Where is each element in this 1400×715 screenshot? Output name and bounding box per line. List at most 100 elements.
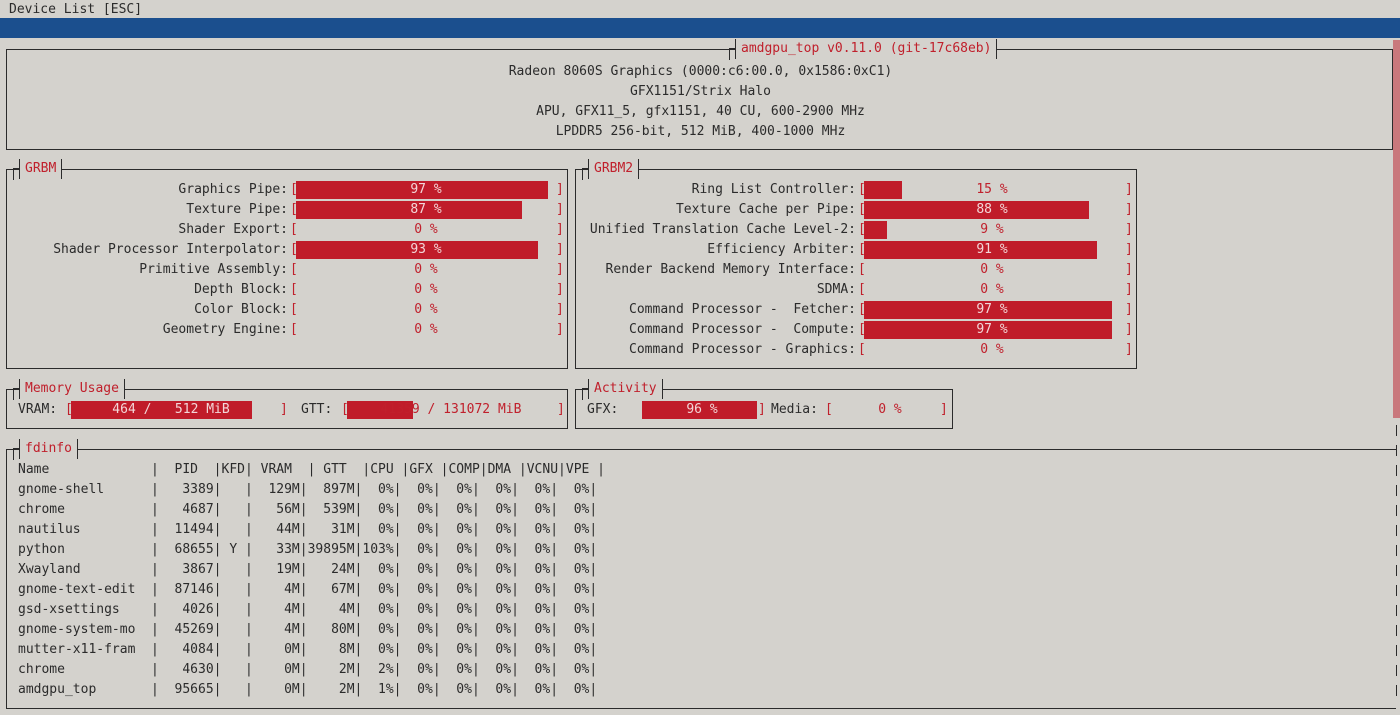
meter-value: 0 % [414, 282, 438, 297]
table-row[interactable]: chrome | 4630| | 0M| 2M| 2%| 0%| 0%| 0%|… [18, 660, 597, 680]
scrollbar-tick [1396, 505, 1397, 516]
meter-label: Efficiency Arbiter: [707, 242, 856, 257]
device-name: Radeon 8060S Graphics (0000:c6:00.0, 0x1… [508, 64, 893, 79]
gtt-value: 41359 / 131072 MiB [380, 402, 522, 417]
device-family: GFX1151/Strix Halo [630, 84, 771, 99]
meter-label: Shader Processor Interpolator: [53, 242, 288, 257]
vram-bar-close: ] [280, 402, 288, 417]
meter-bracket-close: ] [556, 182, 564, 197]
meter-value: 9 % [980, 222, 1004, 237]
meter-bracket-close: ] [556, 302, 564, 317]
meter-bracket-close: ] [1125, 262, 1133, 277]
memory-usage-title: Memory Usage [13, 379, 125, 400]
memory-spec: LPDDR5 256-bit, 512 MiB, 400-1000 MHz [555, 124, 846, 139]
scrollbar-thumb[interactable] [1393, 40, 1400, 418]
grbm-title: GRBM [12, 159, 63, 180]
meter-label: Primitive Assembly: [139, 262, 288, 277]
scrollbar-tick [1396, 465, 1397, 476]
device-list-button[interactable]: Device List [ESC] [9, 0, 142, 20]
gfx-bar-close: ] [758, 402, 766, 417]
scrollbar-tick [1396, 585, 1397, 596]
media-label: Media: [771, 402, 818, 417]
scrollbar-tick [1396, 645, 1397, 656]
table-row[interactable]: chrome | 4687| | 56M| 539M| 0%| 0%| 0%| … [18, 500, 597, 520]
fdinfo-table-header: Name | PID |KFD| VRAM | GTT |CPU |GFX |C… [18, 462, 605, 477]
meter-bracket-close: ] [556, 262, 564, 277]
table-row[interactable]: gsd-xsettings | 4026| | 4M| 4M| 0%| 0%| … [18, 600, 597, 620]
meter-bracket-close: ] [556, 242, 564, 257]
meter-value: 91 % [976, 242, 1008, 257]
grbm2-title: GRBM2 [581, 159, 640, 180]
vram-label: VRAM: [18, 402, 58, 417]
scrollbar-tick [1396, 485, 1397, 496]
fdinfo-panel: fdinfo Name | PID |KFD| VRAM | GTT |CPU … [6, 439, 1396, 709]
scrollbar-tick [1396, 605, 1397, 616]
meter-value: 0 % [414, 262, 438, 277]
meter-value: 93 % [410, 242, 442, 257]
scrollbar-tick [1396, 565, 1397, 576]
meter-bracket-close: ] [556, 222, 564, 237]
meter-label: Depth Block: [194, 282, 288, 297]
gfx-value: 96 % [686, 402, 718, 417]
meter-value: 87 % [410, 202, 442, 217]
meter-label: Graphics Pipe: [178, 182, 288, 197]
table-row[interactable]: mutter-x11-fram | 4084| | 0M| 8M| 0%| 0%… [18, 640, 597, 660]
activity-title: Activity [582, 379, 663, 400]
vram-value: 464 / 512 MiB [112, 402, 230, 417]
meter-value: 88 % [976, 202, 1008, 217]
media-bar-close: ] [940, 402, 948, 417]
meter-label: Render Backend Memory Interface: [605, 262, 856, 277]
scrollbar-tick [1396, 525, 1397, 536]
meter-bracket-close: ] [1125, 222, 1133, 237]
meter-label: Texture Cache per Pipe: [675, 202, 856, 217]
meter-label: Color Block: [194, 302, 288, 317]
gtt-bar-close: ] [557, 402, 565, 417]
scrollbar-tick [1396, 545, 1397, 556]
meter-bracket-close: ] [556, 282, 564, 297]
meter-label: Texture Pipe: [186, 202, 288, 217]
meter-value: 97 % [976, 302, 1008, 317]
table-row[interactable]: gnome-system-mo | 45269| | 4M| 80M| 0%| … [18, 620, 597, 640]
gfx-label: GFX: [587, 402, 619, 417]
meter-value: 15 % [976, 182, 1008, 197]
meter-bracket-close: ] [556, 202, 564, 217]
media-value: 0 % [878, 402, 902, 417]
app-title: amdgpu_top v0.11.0 (git-17c68eb) [728, 39, 998, 60]
meter-value: 0 % [414, 222, 438, 237]
device-spec: APU, GFX11_5, gfx1151, 40 CU, 600-2900 M… [536, 104, 865, 119]
grbm-panel: GRBM Graphics Pipe:[97 %] Texture Pipe:[8… [6, 159, 568, 369]
meter-label: Shader Export: [178, 222, 288, 237]
scrollbar-tick [1396, 625, 1397, 636]
meter-label: Command Processor - Compute: [629, 322, 856, 337]
meter-value: 0 % [980, 262, 1004, 277]
table-row[interactable]: Xwayland | 3867| | 19M| 24M| 0%| 0%| 0%|… [18, 560, 597, 580]
table-row[interactable]: gnome-shell | 3389| | 129M| 897M| 0%| 0%… [18, 480, 597, 500]
meter-value: 97 % [976, 322, 1008, 337]
meter-label: Unified Translation Cache Level-2: [589, 222, 856, 237]
fdinfo-title: fdinfo [13, 439, 78, 460]
scrollbar-tick [1396, 685, 1397, 696]
meter-label: Ring List Controller: [691, 182, 856, 197]
table-row[interactable]: amdgpu_top | 95665| | 0M| 2M| 1%| 0%| 0%… [18, 680, 597, 700]
meter-bracket-close: ] [1125, 202, 1133, 217]
meter-bracket-close: ] [1125, 242, 1133, 257]
meter-label: Command Processor - Graphics: [629, 342, 856, 357]
table-row[interactable]: nautilus | 11494| | 44M| 31M| 0%| 0%| 0%… [18, 520, 597, 540]
table-row[interactable]: gnome-text-edit | 87146| | 4M| 67M| 0%| … [18, 580, 597, 600]
selected-device-bar [0, 18, 1400, 38]
meter-label: Geometry Engine: [162, 322, 288, 337]
scrollbar-tick [1396, 425, 1397, 436]
memory-usage-panel: Memory Usage VRAM: [ 464 / 512 MiB ] GTT… [6, 379, 568, 429]
meter-bracket-close: ] [1125, 302, 1133, 317]
scrollbar-tick [1396, 445, 1397, 456]
meter-label: Command Processor - Fetcher: [629, 302, 856, 317]
meter-bracket-close: ] [1125, 182, 1133, 197]
meter-bracket-close: ] [1125, 282, 1133, 297]
scrollbar-tick [1396, 665, 1397, 676]
meter-value: 0 % [980, 282, 1004, 297]
meter-value: 0 % [414, 322, 438, 337]
grbm2-panel: GRBM2 Ring List Controller:[15 %] Texture… [575, 159, 1137, 369]
meter-value: 0 % [414, 302, 438, 317]
table-row[interactable]: python | 68655| Y | 33M|39895M|103%| 0%|… [18, 540, 597, 560]
meter-value: 0 % [980, 342, 1004, 357]
